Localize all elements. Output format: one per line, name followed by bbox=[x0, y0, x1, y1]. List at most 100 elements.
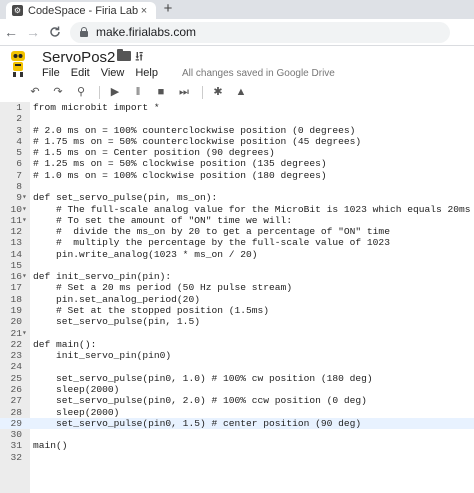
play-icon[interactable]: ▶ bbox=[108, 85, 122, 99]
code-line[interactable]: 8 bbox=[0, 181, 474, 192]
code-text: main() bbox=[33, 440, 68, 452]
line-number: 5 bbox=[16, 147, 22, 159]
code-text: # 1.25 ms on = 50% clockwise position (1… bbox=[33, 158, 327, 170]
code-line[interactable]: 28 sleep(2000) bbox=[0, 407, 474, 418]
line-number: 3 bbox=[16, 124, 22, 136]
new-tab-button[interactable]: + bbox=[161, 1, 175, 17]
code-line[interactable]: 30 bbox=[0, 429, 474, 440]
reload-button[interactable] bbox=[44, 21, 66, 43]
code-line[interactable]: 9 ▾ def set_servo_pulse(pin, ms_on): bbox=[0, 192, 474, 203]
menu-help[interactable]: Help bbox=[135, 67, 158, 79]
code-line[interactable]: 6 # 1.25 ms on = 50% clockwise position (… bbox=[0, 158, 474, 169]
line-number: 27 bbox=[10, 395, 22, 407]
code-line[interactable]: 1 from microbit import * bbox=[0, 102, 474, 113]
code-text: set_servo_pulse(pin, 1.5) bbox=[33, 316, 200, 328]
pause-icon[interactable]: ‖ bbox=[131, 85, 145, 99]
learn-graduation-cap-icon[interactable]: ▲ bbox=[234, 85, 248, 99]
line-number: 2 bbox=[16, 113, 22, 125]
line-number: 11 bbox=[10, 214, 22, 226]
code-line[interactable]: 15 bbox=[0, 260, 474, 271]
code-line[interactable]: 31 main() bbox=[0, 440, 474, 451]
url-field[interactable]: make.firialabs.com bbox=[70, 21, 450, 43]
tab-title: CodeSpace - Firia Labs bbox=[28, 4, 138, 17]
code-line[interactable]: 22 def main(): bbox=[0, 339, 474, 350]
code-line[interactable]: 18 pin.set_analog_period(20) bbox=[0, 294, 474, 305]
browser-tab-strip: ⚙ CodeSpace - Firia Labs × + bbox=[0, 0, 474, 19]
code-text: # To set the amount of "ON" time we will… bbox=[33, 214, 293, 226]
tab-close-icon[interactable]: × bbox=[138, 5, 150, 17]
folder-icon[interactable] bbox=[117, 49, 131, 61]
line-number: 31 bbox=[10, 440, 22, 452]
line-number: 14 bbox=[10, 248, 22, 260]
fold-arrow-icon[interactable]: ▾ bbox=[22, 204, 30, 215]
menu-view[interactable]: View bbox=[101, 67, 125, 79]
code-line[interactable]: 3 # 2.0 ms on = 100% counterclockwise pos… bbox=[0, 125, 474, 136]
code-line[interactable]: 26 sleep(2000) bbox=[0, 384, 474, 395]
stop-icon[interactable]: ■ bbox=[154, 85, 168, 99]
code-editor[interactable]: 1 from microbit import * 2 3 # 2.0 ms on = 1… bbox=[0, 102, 474, 493]
code-text: def main(): bbox=[33, 338, 97, 350]
code-line[interactable]: 23 init_servo_pin(pin0) bbox=[0, 350, 474, 361]
code-line[interactable]: 16 ▾ def init_servo_pin(pin): bbox=[0, 271, 474, 282]
code-text: # 1.0 ms on = 100% clockwise position (1… bbox=[33, 169, 327, 181]
undo-icon[interactable]: ↶ bbox=[28, 85, 42, 99]
menu-bar: File Edit View Help All changes saved in… bbox=[42, 67, 335, 79]
code-text: pin.set_analog_period(20) bbox=[33, 293, 200, 305]
codespace-favicon-icon: ⚙ bbox=[12, 5, 23, 16]
project-title[interactable]: ServoPos2 bbox=[42, 49, 115, 66]
line-number: 23 bbox=[10, 350, 22, 362]
code-line[interactable]: 19 # Set at the stopped position (1.5ms) bbox=[0, 305, 474, 316]
code-line[interactable]: 25 set_servo_pulse(pin0, 1.0) # 100% cw … bbox=[0, 373, 474, 384]
redo-icon[interactable]: ↷ bbox=[51, 85, 65, 99]
line-number: 19 bbox=[10, 305, 22, 317]
code-line[interactable]: 2 bbox=[0, 113, 474, 124]
code-line[interactable]: 20 set_servo_pulse(pin, 1.5) bbox=[0, 316, 474, 327]
code-line[interactable]: 32 bbox=[0, 452, 474, 463]
fold-arrow-icon[interactable]: ▾ bbox=[22, 192, 30, 203]
forward-button[interactable]: → bbox=[22, 21, 44, 43]
browser-tab[interactable]: ⚙ CodeSpace - Firia Labs × bbox=[6, 2, 156, 19]
debug-bug-icon[interactable]: ✱ bbox=[211, 85, 225, 99]
fold-arrow-icon[interactable]: ▾ bbox=[22, 328, 30, 339]
line-number: 25 bbox=[10, 372, 22, 384]
line-number: 6 bbox=[16, 158, 22, 170]
line-number: 30 bbox=[10, 429, 22, 441]
back-button[interactable]: ← bbox=[0, 21, 22, 43]
code-text: sleep(2000) bbox=[33, 384, 120, 395]
line-number: 18 bbox=[10, 293, 22, 305]
search-icon[interactable]: ⚲ bbox=[74, 85, 88, 99]
code-line[interactable]: 11 ▾ # To set the amount of "ON" time we … bbox=[0, 215, 474, 226]
code-line[interactable]: 7 # 1.0 ms on = 100% clockwise position (… bbox=[0, 170, 474, 181]
code-line[interactable]: 14 pin.write_analog(1023 * ms_on / 20) bbox=[0, 249, 474, 260]
code-text: def init_servo_pin(pin): bbox=[33, 271, 172, 283]
code-line[interactable]: 27 set_servo_pulse(pin0, 2.0) # 100% ccw… bbox=[0, 395, 474, 406]
code-line[interactable]: 4 # 1.75 ms on = 50% counterclockwise pos… bbox=[0, 136, 474, 147]
code-line[interactable]: 10 ▾ # The full-scale analog value for th… bbox=[0, 204, 474, 215]
line-number: 20 bbox=[10, 316, 22, 328]
code-line[interactable]: 21 ▾ bbox=[0, 328, 474, 339]
address-bar: ← → make.firialabs.com bbox=[0, 19, 474, 46]
editor-toolbar: ↶ ↷ ⚲ ▶ ‖ ■ ⏭ ✱ ▲ bbox=[0, 82, 474, 102]
menu-file[interactable]: File bbox=[42, 67, 60, 79]
code-line[interactable]: 17 # Set a 20 ms period (50 Hz pulse str… bbox=[0, 282, 474, 293]
fold-arrow-icon[interactable]: ▾ bbox=[22, 215, 30, 226]
code-line[interactable]: 13 # multiply the percentage by the full… bbox=[0, 237, 474, 248]
code-line[interactable]: 5 # 1.5 ms on = Center position (90 degre… bbox=[0, 147, 474, 158]
code-line[interactable]: 12 # divide the ms_on by 20 to get a per… bbox=[0, 226, 474, 237]
app-header: ServoPos2 ⭿ File Edit View Help All chan… bbox=[0, 46, 474, 82]
code-text: # 1.5 ms on = Center position (90 degree… bbox=[33, 147, 275, 159]
toolbar-divider bbox=[202, 85, 203, 99]
line-number: 9 bbox=[16, 192, 22, 204]
code-line[interactable]: 29 set_servo_pulse(pin0, 1.5) # center p… bbox=[0, 417, 474, 430]
line-number: 32 bbox=[10, 451, 22, 463]
menu-edit[interactable]: Edit bbox=[71, 67, 90, 79]
code-line[interactable]: 24 bbox=[0, 361, 474, 372]
line-number: 13 bbox=[10, 237, 22, 249]
code-text: from microbit import * bbox=[33, 102, 160, 113]
fold-arrow-icon[interactable]: ▾ bbox=[22, 271, 30, 282]
code-text: # multiply the percentage by the full-sc… bbox=[33, 237, 390, 249]
url-text: make.firialabs.com bbox=[96, 25, 197, 39]
step-end-icon[interactable]: ⏭ bbox=[177, 85, 191, 99]
line-number: 29 bbox=[10, 417, 22, 429]
line-number: 4 bbox=[16, 135, 22, 147]
